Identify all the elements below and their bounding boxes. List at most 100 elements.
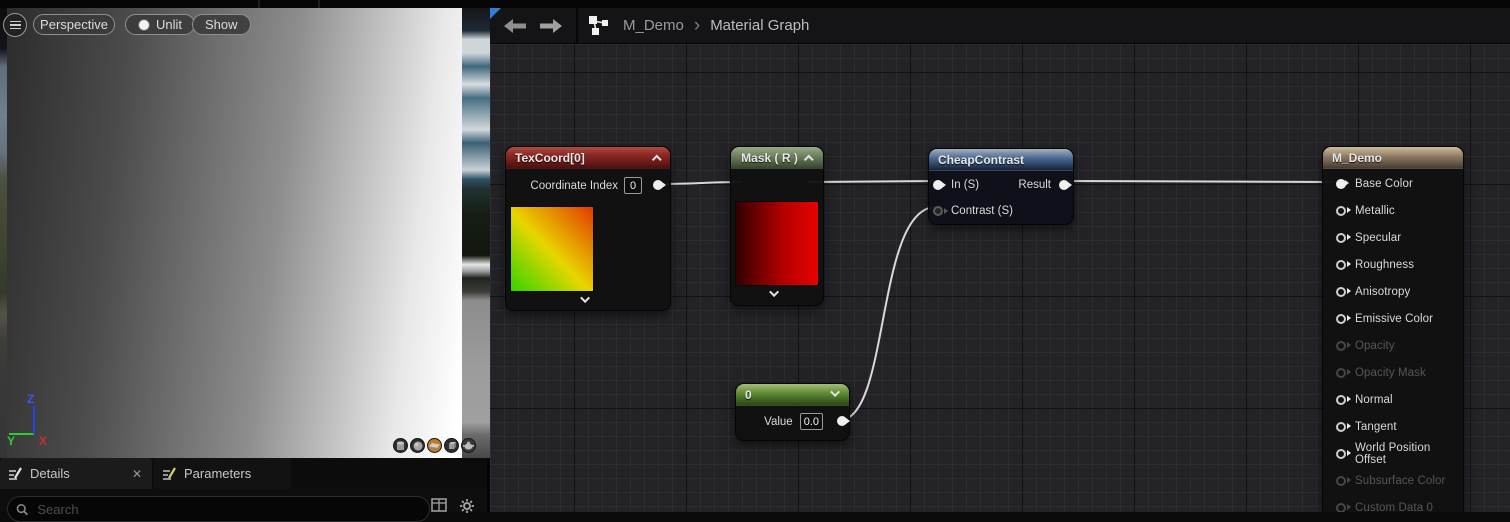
cube-icon <box>448 441 456 449</box>
pin-row-emissive-color[interactable]: Emissive Color <box>1323 305 1463 332</box>
anisotropy-pin[interactable] <box>1336 286 1351 297</box>
node-material-result-header[interactable]: M_Demo <box>1323 147 1463 169</box>
cube-shape-button[interactable] <box>444 438 459 453</box>
coordinate-index-label: Coordinate Index <box>530 179 618 192</box>
node-mask[interactable]: Mask ( R ) <box>730 146 824 306</box>
unlit-sphere-icon <box>138 18 150 31</box>
node-cheapcontrast[interactable]: CheapContrast In (S) Result Contrast (S) <box>928 148 1074 225</box>
tab-details-label: Details <box>30 466 70 481</box>
preview-shape-buttons <box>393 438 476 453</box>
value-field[interactable]: 0.0 <box>799 413 823 430</box>
node-scalar-constant[interactable]: 0 Value 0.0 <box>735 383 850 441</box>
editor-backdrop-right <box>462 8 490 458</box>
collapse-chevron-icon[interactable] <box>803 154 814 165</box>
value-label: Value <box>764 415 793 428</box>
metallic-pin[interactable] <box>1336 205 1351 216</box>
pin-row-world-position-offset[interactable]: World Position Offset <box>1323 440 1463 467</box>
close-tab-icon[interactable]: ✕ <box>132 467 142 481</box>
collapse-chevron-icon[interactable] <box>651 154 662 165</box>
search-box[interactable] <box>7 496 430 522</box>
show-label: Show <box>205 17 238 32</box>
normal-pin[interactable] <box>1336 394 1351 405</box>
specular-pin[interactable] <box>1336 232 1351 243</box>
expand-chevron-icon[interactable] <box>580 293 591 304</box>
coordinate-index-field[interactable]: 0 <box>624 177 642 194</box>
details-panel: Details ✕ Parameters <box>0 458 490 522</box>
details-search-row <box>0 491 487 522</box>
result-pin[interactable] <box>1059 180 1072 190</box>
pin-row-specular[interactable]: Specular <box>1323 224 1463 251</box>
axis-y-label: Y <box>7 434 15 448</box>
mask-preview <box>735 201 819 286</box>
node-cheapcontrast-header[interactable]: CheapContrast <box>929 149 1073 171</box>
perspective-button[interactable]: Perspective <box>33 14 115 35</box>
world-position-offset-pin[interactable] <box>1336 448 1351 459</box>
roughness-pin[interactable] <box>1336 259 1351 270</box>
node-texcoord[interactable]: TexCoord[0] Coordinate Index 0 <box>505 146 671 311</box>
pin-row-anisotropy[interactable]: Anisotropy <box>1323 278 1463 305</box>
tab-parameters[interactable]: Parameters <box>154 458 292 489</box>
search-input[interactable] <box>35 500 421 518</box>
texcoord-preview <box>510 206 594 292</box>
toolbar-divider <box>576 8 578 44</box>
node-material-result[interactable]: M_Demo Base Color Metallic Specular Roug… <box>1322 146 1464 512</box>
in-pin[interactable] <box>933 180 946 190</box>
texcoord-output-pin[interactable] <box>653 180 666 190</box>
opacity-pin <box>1336 340 1351 351</box>
cylinder-shape-button[interactable] <box>393 438 408 453</box>
pin-row-subsurface-color: Subsurface Color <box>1323 467 1463 494</box>
breadcrumb-asset[interactable]: M_Demo <box>623 17 684 34</box>
pin-row-custom-data-0: Custom Data 0 <box>1323 494 1463 512</box>
node-scalar-header[interactable]: 0 <box>736 384 849 406</box>
unlit-button[interactable]: Unlit <box>125 14 196 35</box>
sphere-shape-button[interactable] <box>410 438 425 453</box>
pin-row-base-color[interactable]: Base Color <box>1323 170 1463 197</box>
subsurface-color-pin <box>1336 475 1351 486</box>
teapot-shape-button[interactable] <box>461 438 476 453</box>
node-scalar-title: 0 <box>745 387 752 402</box>
pin-row-opacity: Opacity <box>1323 332 1463 359</box>
viewport-menu-button[interactable] <box>3 13 27 37</box>
contrast-pin[interactable] <box>933 206 948 216</box>
teapot-icon <box>463 441 474 450</box>
table-view-icon[interactable] <box>431 498 447 513</box>
pin-row-roughness[interactable]: Roughness <box>1323 251 1463 278</box>
in-pin-label: In (S) <box>951 179 980 191</box>
details-icon <box>9 466 22 480</box>
tab-parameters-label: Parameters <box>184 466 252 481</box>
node-mask-title: Mask ( R ) <box>741 150 798 165</box>
node-material-result-title: M_Demo <box>1332 150 1383 165</box>
base-color-pin[interactable] <box>1336 178 1349 189</box>
contrast-pin-label: Contrast (S) <box>951 205 1013 217</box>
tangent-pin[interactable] <box>1336 421 1351 432</box>
details-tab-bar: Details ✕ Parameters <box>0 458 487 489</box>
parameters-icon <box>163 466 176 480</box>
breadcrumb-page[interactable]: Material Graph <box>710 17 809 34</box>
graph-focus-corner <box>490 8 501 19</box>
axis-gizmo: Z Y X <box>7 388 67 450</box>
graph-hierarchy-icon <box>589 15 608 35</box>
sphere-icon <box>413 441 422 450</box>
top-tab-divider <box>258 0 260 8</box>
material-graph-panel[interactable]: M_Demo › Material Graph TexCoord[0] Coor… <box>490 8 1510 512</box>
editor-backdrop-left <box>0 8 7 458</box>
tab-details[interactable]: Details ✕ <box>0 458 152 489</box>
back-arrow-icon[interactable] <box>504 16 528 36</box>
scalar-output-pin[interactable] <box>837 416 850 426</box>
node-texcoord-header[interactable]: TexCoord[0] <box>506 147 670 169</box>
emissive-color-pin[interactable] <box>1336 313 1351 324</box>
pin-row-tangent[interactable]: Tangent <box>1323 413 1463 440</box>
plane-shape-button[interactable] <box>427 438 442 453</box>
pin-row-metallic[interactable]: Metallic <box>1323 197 1463 224</box>
material-input-pins: Base Color Metallic Specular Roughness A… <box>1323 169 1463 512</box>
pin-row-normal[interactable]: Normal <box>1323 386 1463 413</box>
show-button[interactable]: Show <box>192 14 251 35</box>
hamburger-icon <box>9 20 21 30</box>
node-mask-header[interactable]: Mask ( R ) <box>731 147 823 169</box>
opacity-mask-pin <box>1336 367 1351 378</box>
expand-chevron-icon[interactable] <box>769 287 780 298</box>
material-preview-viewport[interactable]: Perspective Unlit Show Z Y X <box>3 8 476 458</box>
forward-arrow-icon[interactable] <box>538 16 562 36</box>
dropdown-chevron-icon[interactable] <box>830 386 841 397</box>
unlit-label: Unlit <box>156 17 183 32</box>
